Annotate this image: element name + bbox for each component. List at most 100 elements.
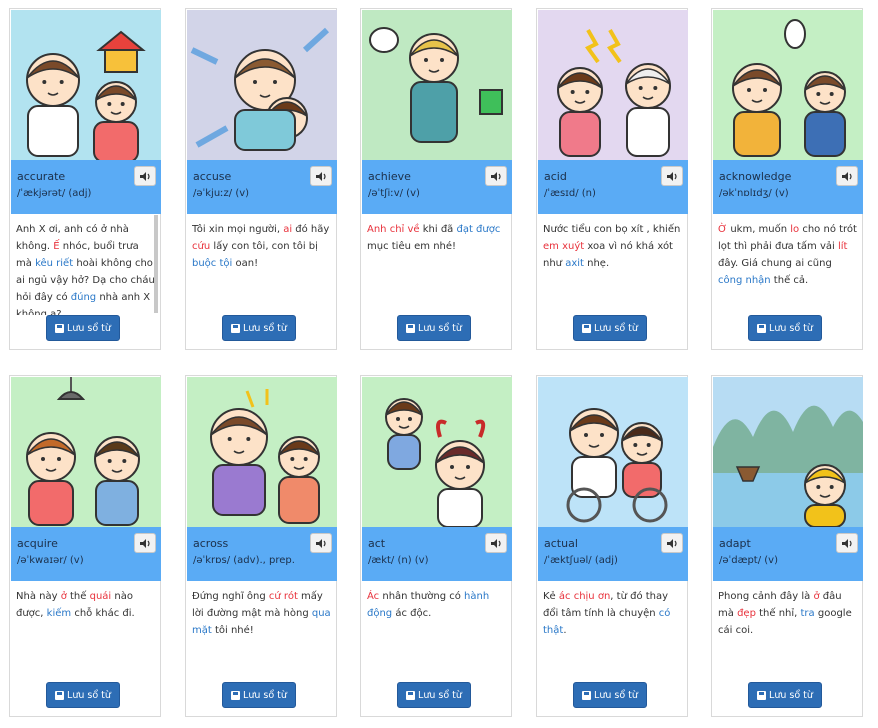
floppy-disk-icon bbox=[231, 690, 241, 700]
word-header: acid /ˈæsɪd/ (n) bbox=[538, 160, 688, 214]
description-segment: em xuýt bbox=[543, 241, 585, 252]
vocab-card-actual: actual /ˈæktʃuəl/ (adj) Kẻ ác chịu ơn, t… bbox=[536, 375, 688, 717]
speaker-icon[interactable] bbox=[485, 533, 507, 553]
mnemonic-description: Đứng nghĩ ông cứ rót mấy lời đường mật m… bbox=[192, 588, 332, 682]
description-segment: kêu riết bbox=[35, 258, 74, 269]
speaker-icon[interactable] bbox=[310, 166, 332, 186]
illustration bbox=[713, 10, 863, 160]
illustration bbox=[538, 377, 688, 527]
description-segment: Ác bbox=[367, 591, 380, 602]
floppy-disk-icon bbox=[55, 323, 65, 333]
floppy-disk-icon bbox=[406, 690, 416, 700]
description-segment: ai bbox=[283, 224, 293, 235]
vocab-card-acknowledge: acknowledge /əkˈnɒlɪdʒ/ (v) Ờ ukm, muốn … bbox=[711, 8, 863, 350]
word-header: adapt /əˈdæpt/ (v) bbox=[713, 527, 863, 581]
vocab-card-across: across /əˈkrɒs/ (adv)., prep. Đứng nghĩ … bbox=[185, 375, 337, 717]
mnemonic-description: Anh X ơi, anh có ở nhà không. Ế nhóc, bu… bbox=[16, 221, 156, 315]
word-header: accurate /ˈækjərət/ (adj) bbox=[11, 160, 161, 214]
description-segment: đẹp bbox=[737, 608, 756, 619]
floppy-disk-icon bbox=[757, 690, 767, 700]
description-segment: đúng bbox=[70, 292, 97, 303]
speaker-icon[interactable] bbox=[836, 166, 858, 186]
description-segment: Phong cảnh đây là bbox=[718, 591, 814, 602]
mnemonic-description: Anh chỉ về khi đã đạt được mục tiêu em n… bbox=[367, 221, 507, 315]
pronunciation: /əˈdæpt/ (v) bbox=[719, 555, 778, 566]
description-segment: Anh chỉ về bbox=[367, 224, 420, 235]
save-word-button[interactable]: Lưu sổ từ bbox=[46, 315, 120, 341]
description-segment: Tôi xin mọi người, bbox=[192, 224, 284, 235]
mnemonic-description: Nước tiểu con bọ xít , khiến em xuýt xoa… bbox=[543, 221, 683, 315]
illustration bbox=[187, 10, 337, 160]
description-segment: nhẹ. bbox=[583, 258, 610, 269]
save-word-button[interactable]: Lưu sổ từ bbox=[222, 682, 296, 708]
save-word-button[interactable]: Lưu sổ từ bbox=[222, 315, 296, 341]
speaker-icon[interactable] bbox=[836, 533, 858, 553]
save-label: Lưu sổ từ bbox=[418, 322, 462, 334]
description-segment: Ờ bbox=[718, 224, 728, 235]
vocab-card-achieve: achieve /əˈtʃiːv/ (v) Anh chỉ về khi đã … bbox=[360, 8, 512, 350]
description-segment: oan! bbox=[232, 258, 259, 269]
pronunciation: /əˈkjuːz/ (v) bbox=[193, 188, 250, 199]
description-segment: quái bbox=[89, 591, 112, 602]
word-header: acknowledge /əkˈnɒlɪdʒ/ (v) bbox=[713, 160, 863, 214]
save-label: Lưu sổ từ bbox=[67, 689, 111, 701]
floppy-disk-icon bbox=[757, 323, 767, 333]
save-word-button[interactable]: Lưu sổ từ bbox=[397, 682, 471, 708]
save-label: Lưu sổ từ bbox=[67, 322, 111, 334]
description-segment: nhân thường có bbox=[379, 591, 465, 602]
vocab-card-act: act /ækt/ (n) (v) Ác nhân thường có hành… bbox=[360, 375, 512, 717]
save-label: Lưu sổ từ bbox=[769, 689, 813, 701]
vocab-word: adapt bbox=[719, 537, 751, 550]
save-label: Lưu sổ từ bbox=[243, 322, 287, 334]
description-segment: chỗ khác đi. bbox=[71, 608, 135, 619]
description-segment: tôi nhé! bbox=[211, 625, 254, 636]
save-label: Lưu sổ từ bbox=[594, 689, 638, 701]
speaker-icon[interactable] bbox=[134, 166, 156, 186]
description-segment: axit bbox=[565, 258, 584, 269]
description-segment: Đứng nghĩ ông bbox=[192, 591, 269, 602]
description-segment: lít bbox=[837, 241, 848, 252]
description-segment: thế cả. bbox=[770, 275, 809, 286]
description-segment: tra bbox=[800, 608, 815, 619]
speaker-icon[interactable] bbox=[134, 533, 156, 553]
description-segment: đó hãy bbox=[292, 224, 330, 235]
pronunciation: /əˈtʃiːv/ (v) bbox=[368, 188, 420, 199]
vocab-word: accurate bbox=[17, 170, 66, 183]
vocab-word: acknowledge bbox=[719, 170, 792, 183]
vocab-word: acquire bbox=[17, 537, 58, 550]
mnemonic-description: Ờ ukm, muốn lo cho nó trót lọt thì phải … bbox=[718, 221, 858, 315]
save-word-button[interactable]: Lưu sổ từ bbox=[397, 315, 471, 341]
pronunciation: /ækt/ (n) (v) bbox=[368, 555, 429, 566]
vocab-word: actual bbox=[544, 537, 578, 550]
description-segment: ác chịu ơn bbox=[558, 591, 611, 602]
save-word-button[interactable]: Lưu sổ từ bbox=[573, 315, 647, 341]
speaker-icon[interactable] bbox=[661, 533, 683, 553]
mnemonic-description: Phong cảnh đây là ở đâu mà đẹp thế nhỉ, … bbox=[718, 588, 858, 682]
save-word-button[interactable]: Lưu sổ từ bbox=[748, 315, 822, 341]
scrollbar[interactable] bbox=[154, 215, 158, 313]
vocab-card-adapt: adapt /əˈdæpt/ (v) Phong cảnh đây là ở đ… bbox=[711, 375, 863, 717]
pronunciation: /ˈækjərət/ (adj) bbox=[17, 188, 92, 199]
save-label: Lưu sổ từ bbox=[594, 322, 638, 334]
speaker-icon[interactable] bbox=[485, 166, 507, 186]
save-word-button[interactable]: Lưu sổ từ bbox=[748, 682, 822, 708]
save-word-button[interactable]: Lưu sổ từ bbox=[573, 682, 647, 708]
save-label: Lưu sổ từ bbox=[418, 689, 462, 701]
vocab-card-acid: acid /ˈæsɪd/ (n) Nước tiểu con bọ xít , … bbox=[536, 8, 688, 350]
save-word-button[interactable]: Lưu sổ từ bbox=[46, 682, 120, 708]
speaker-icon[interactable] bbox=[310, 533, 332, 553]
speaker-icon[interactable] bbox=[661, 166, 683, 186]
pronunciation: /əkˈnɒlɪdʒ/ (v) bbox=[719, 188, 789, 199]
description-segment: ác độc. bbox=[392, 608, 432, 619]
save-label: Lưu sổ từ bbox=[243, 689, 287, 701]
description-segment: thế bbox=[66, 591, 90, 602]
pronunciation: /əˈkwaɪər/ (v) bbox=[17, 555, 84, 566]
description-segment: buộc tội bbox=[192, 258, 233, 269]
illustration bbox=[11, 10, 161, 160]
description-segment: ukm, muốn bbox=[727, 224, 791, 235]
description-segment: . bbox=[563, 625, 567, 636]
word-header: achieve /əˈtʃiːv/ (v) bbox=[362, 160, 512, 214]
word-header: actual /ˈæktʃuəl/ (adj) bbox=[538, 527, 688, 581]
mnemonic-description: Nhà này ở thế quái nào được, kiếm chỗ kh… bbox=[16, 588, 156, 682]
illustration bbox=[362, 10, 512, 160]
